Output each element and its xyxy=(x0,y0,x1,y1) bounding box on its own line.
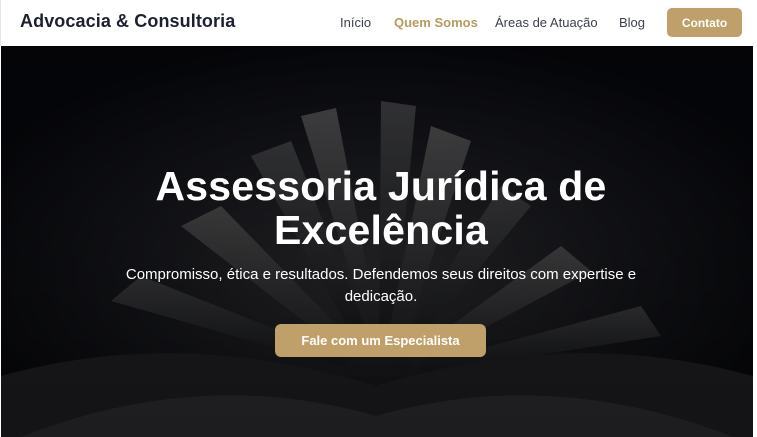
talk-to-specialist-button[interactable]: Fale com um Especialista xyxy=(275,324,486,357)
nav-link-inicio[interactable]: Início xyxy=(340,15,371,30)
nav-link-areas-de-atuacao[interactable]: Áreas de Atuação xyxy=(495,15,598,30)
hero-title-line-1: Assessoria Jurídica de xyxy=(155,163,607,209)
nav-link-blog[interactable]: Blog xyxy=(619,15,645,30)
hero-title: Assessoria Jurídica de Excelência xyxy=(1,164,753,252)
brand-logo[interactable]: Advocacia & Consultoria xyxy=(20,11,235,32)
nav-link-quem-somos[interactable]: Quem Somos xyxy=(394,15,478,30)
hero-subtitle-line-2: dedicação. xyxy=(344,288,418,305)
hero-section: Assessoria Jurídica de Excelência Compro… xyxy=(1,46,753,437)
hero-subtitle: Compromisso, ética e resultados. Defende… xyxy=(91,264,671,308)
page: Advocacia & Consultoria Início Quem Somo… xyxy=(0,0,757,437)
hero-title-line-2: Excelência xyxy=(274,207,488,253)
site-header: Advocacia & Consultoria Início Quem Somo… xyxy=(0,0,753,46)
contact-button[interactable]: Contato xyxy=(667,8,742,37)
hero-subtitle-line-1: Compromisso, ética e resultados. Defende… xyxy=(125,266,637,283)
page-edge xyxy=(753,0,757,437)
